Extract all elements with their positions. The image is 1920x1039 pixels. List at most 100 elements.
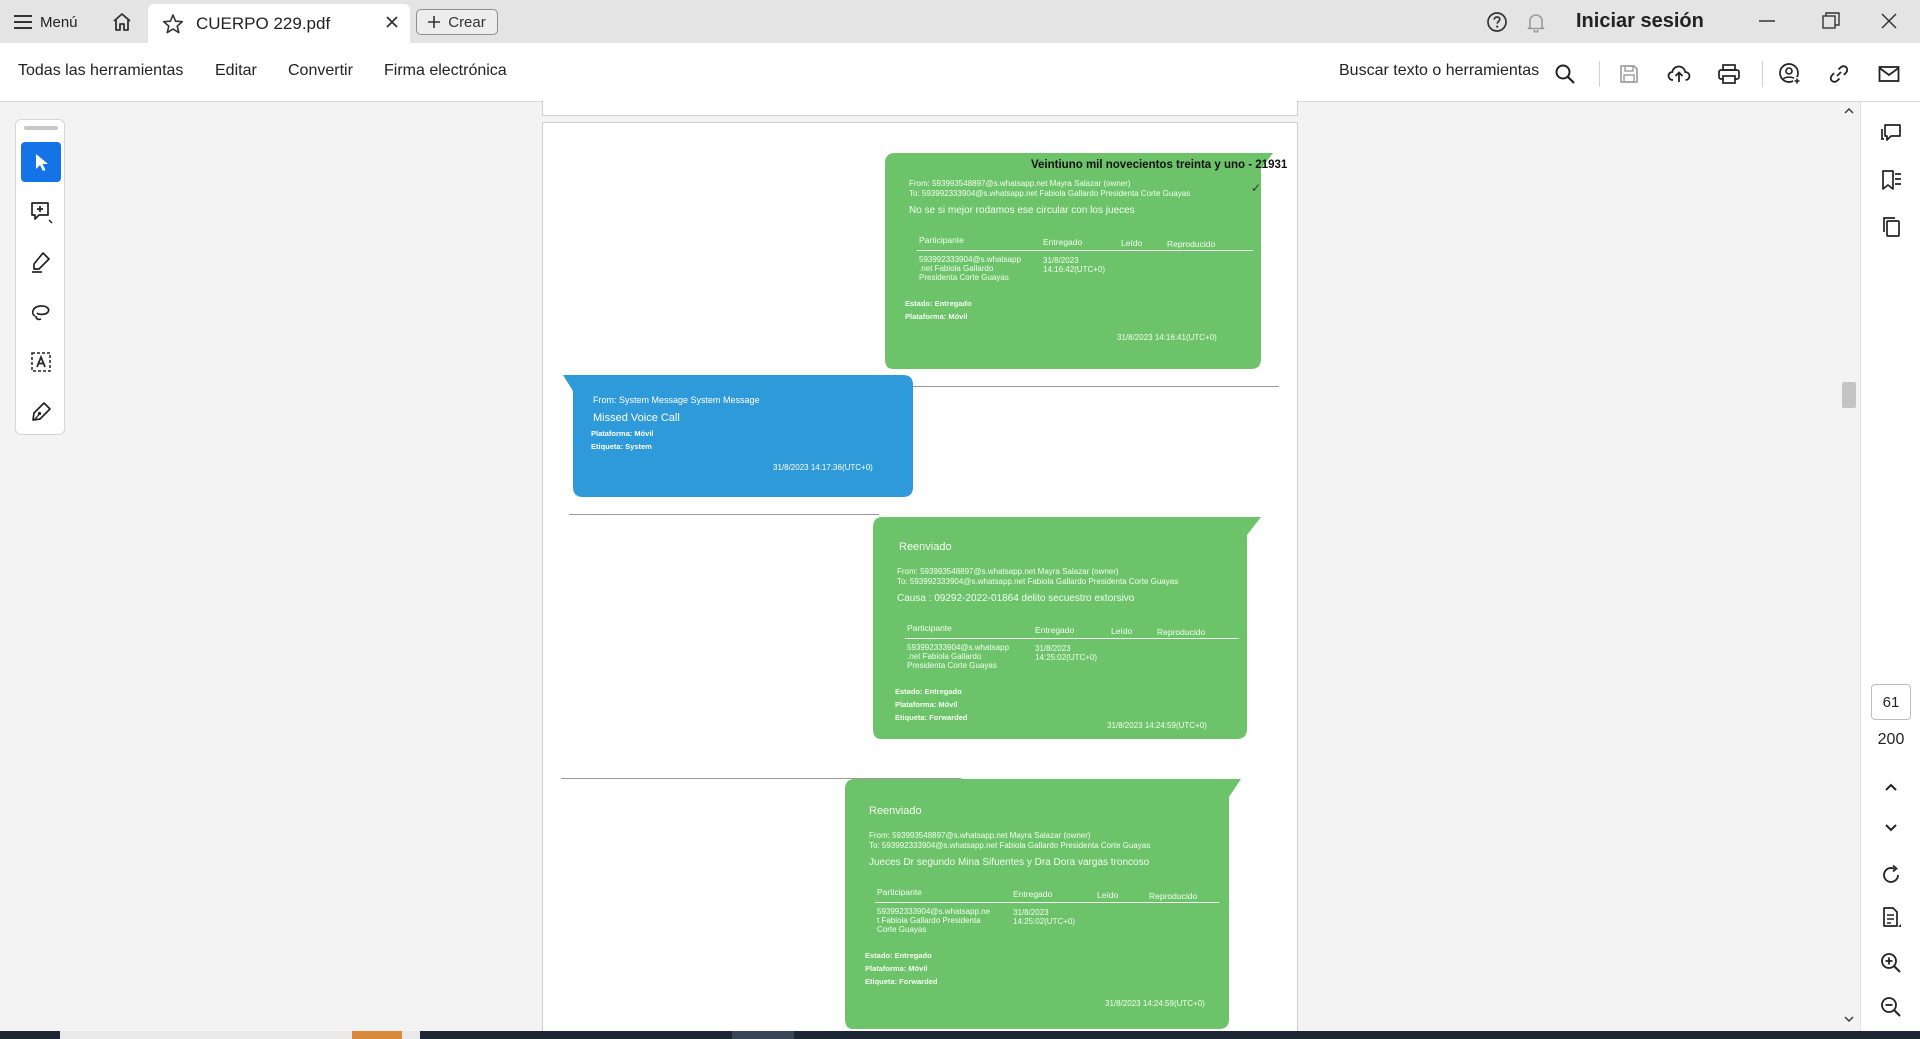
page-header-title: Veintiuno mil novecientos treinta y uno …: [1031, 159, 1288, 171]
save-icon[interactable]: [1616, 61, 1642, 87]
message-from: From: System Message System Message: [593, 395, 760, 405]
tab-document[interactable]: CUERPO 229.pdf: [148, 4, 410, 43]
previous-page-icon[interactable]: [1878, 774, 1904, 800]
message-body: Causa : 09292-2022-01864 delito secuestr…: [897, 593, 1135, 604]
message-platform: Plataforma: Móvil: [591, 429, 654, 438]
link-icon[interactable]: [1826, 61, 1852, 87]
copy-pages-icon[interactable]: [1878, 214, 1904, 240]
message-status: Estado: Entregado: [905, 299, 972, 308]
table-header-played: Reproducido: [1167, 239, 1216, 249]
email-icon[interactable]: [1876, 61, 1902, 87]
bell-icon[interactable]: [1525, 11, 1547, 38]
sign-in-link[interactable]: Iniciar sesión: [1576, 10, 1704, 33]
participant-line: 593992333904@s.whatsapp: [907, 643, 1009, 652]
minimize-icon[interactable]: [1756, 10, 1778, 37]
lasso-icon: [31, 305, 50, 321]
message-timestamp: 31/8/2023 14:24:59(UTC+0): [1105, 999, 1205, 1008]
table-divider: [905, 638, 1239, 639]
message-label: Etiqueta: System: [591, 442, 652, 451]
message-platform: Plataforma: Móvil: [905, 312, 968, 321]
next-page-icon[interactable]: [1878, 815, 1904, 841]
help-icon[interactable]: [1486, 11, 1508, 38]
window-close-icon[interactable]: [1878, 10, 1900, 37]
home-button[interactable]: [108, 9, 136, 35]
message-from: From: 593993548897@s.whatsapp.net Mayra …: [869, 831, 1091, 840]
highlight-tool[interactable]: [21, 242, 61, 282]
draw-tool[interactable]: [21, 292, 61, 332]
table-header-participant: Participante: [919, 235, 964, 245]
zoom-out-icon[interactable]: [1878, 994, 1904, 1020]
message-to: To: 593992333904@s.whatsapp.net Fabiola …: [909, 189, 1191, 198]
all-tools-menu[interactable]: Todas las herramientas: [18, 62, 183, 80]
create-label: Crear: [448, 13, 486, 31]
delivered-time: 14:25:02(UTC+0): [1013, 917, 1076, 926]
message-platform: Plataforma: Móvil: [865, 964, 928, 973]
current-page-input[interactable]: 61: [1871, 684, 1911, 720]
star-icon[interactable]: [162, 13, 184, 35]
toolbar-divider: [1762, 61, 1763, 87]
participant-line: .net Fabiola Gallardo: [919, 264, 994, 273]
menu-label: Menú: [40, 13, 78, 31]
chat-message: Veintiuno mil novecientos treinta y uno …: [885, 153, 1288, 371]
taskbar-app-thumbnail[interactable]: [352, 1031, 402, 1039]
bookmarks-icon[interactable]: [1878, 167, 1904, 193]
menu-button[interactable]: Menú: [14, 10, 78, 34]
scroll-up-icon[interactable]: [1843, 106, 1855, 116]
delivered-date: 31/8/2023: [1013, 908, 1049, 917]
table-divider: [875, 902, 1219, 903]
zoom-in-icon[interactable]: [1878, 950, 1904, 976]
share-user-icon[interactable]: [1777, 61, 1803, 87]
page-tools-icon[interactable]: [1878, 905, 1904, 931]
search-tools-label[interactable]: Buscar texto o herramientas: [1339, 62, 1539, 80]
upload-cloud-icon[interactable]: [1666, 61, 1692, 87]
esign-menu[interactable]: Firma electrónica: [384, 62, 507, 80]
table-header-delivered: Entregado: [1013, 889, 1053, 899]
message-label: Etiqueta: Forwarded: [895, 713, 968, 722]
hamburger-icon: [14, 15, 32, 29]
message-platform: Plataforma: Móvil: [895, 700, 958, 709]
main-toolbar: Todas las herramientas Editar Convertir …: [0, 43, 1920, 102]
table-header-read: Leído: [1097, 890, 1119, 900]
table-header-participant: Participante: [907, 623, 952, 633]
right-panel-rail: 61 200: [1860, 102, 1920, 1039]
select-tool[interactable]: [21, 142, 61, 182]
vertical-scrollbar[interactable]: [1839, 102, 1859, 1032]
rail-grip-handle[interactable]: [24, 126, 58, 130]
scrollbar-thumb[interactable]: [1842, 382, 1856, 408]
add-comment-tool[interactable]: [21, 192, 61, 232]
pdf-page: Veintiuno mil novecientos treinta y uno …: [542, 122, 1298, 1039]
create-button[interactable]: Crear: [416, 9, 498, 35]
table-header-participant: Participante: [877, 887, 922, 897]
scroll-down-icon[interactable]: [1843, 1014, 1855, 1024]
delivered-time: 14:16:42(UTC+0): [1043, 265, 1106, 274]
plus-icon: [428, 16, 441, 28]
participant-line: Presidenta Corte Guayas: [919, 273, 1009, 282]
os-taskbar: [0, 1031, 1920, 1039]
table-divider: [917, 250, 1253, 251]
restore-icon[interactable]: [1820, 10, 1842, 37]
convert-menu[interactable]: Convertir: [288, 62, 353, 80]
comments-icon[interactable]: [1878, 120, 1904, 146]
participant-line: 593992333904@s.whatsapp.ne: [877, 907, 991, 916]
edit-menu[interactable]: Editar: [215, 62, 257, 80]
delivered-time: 14:25:02(UTC+0): [1035, 653, 1098, 662]
cursor-icon: [36, 154, 48, 171]
taskbar-active-app[interactable]: [732, 1031, 794, 1039]
previous-page-edge: [542, 100, 1298, 116]
message-body: Jueces Dr segundo Mina Sifuentes y Dra D…: [869, 857, 1150, 868]
pen-sign-icon: [32, 402, 51, 421]
comment-plus-icon: [31, 202, 53, 224]
rotate-icon[interactable]: [1878, 862, 1904, 888]
close-tab-icon[interactable]: [384, 14, 400, 30]
message-separator: [569, 514, 879, 515]
quick-tools-rail: [15, 119, 65, 435]
forwarded-label: Reenviado: [899, 541, 952, 553]
print-icon[interactable]: [1716, 61, 1742, 87]
table-header-delivered: Entregado: [1035, 625, 1075, 635]
table-header-played: Reproducido: [1157, 627, 1206, 637]
sign-tool[interactable]: [21, 392, 61, 432]
search-icon[interactable]: [1552, 61, 1578, 87]
table-header-read: Leído: [1121, 238, 1143, 248]
text-box-tool[interactable]: [21, 342, 61, 382]
message-separator: [907, 386, 1279, 387]
